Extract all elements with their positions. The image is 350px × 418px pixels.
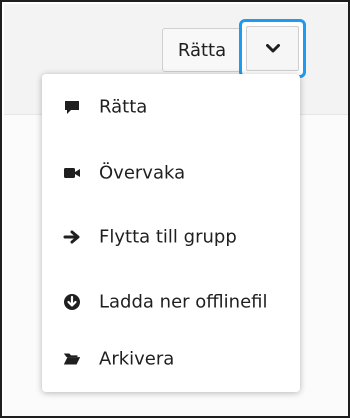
video-camera-icon: [62, 163, 82, 183]
menu-item-label: Rätta: [99, 96, 148, 118]
menu-item-label: Flytta till grupp: [99, 226, 237, 248]
menu-item-label: Arkivera: [99, 348, 175, 370]
menu-item-ratta[interactable]: Rätta: [42, 84, 300, 130]
menu-item-flytta-till-grupp[interactable]: Flytta till grupp: [42, 214, 300, 260]
download-circle-icon: [62, 292, 82, 312]
menu-item-ladda-ner-offlinefil[interactable]: Ladda ner offlinefil: [42, 279, 300, 325]
dropdown-toggle-inner: [246, 26, 299, 71]
ratta-button-label: Rätta: [177, 39, 227, 61]
menu-item-label: Ladda ner offlinefil: [99, 291, 268, 313]
arrow-right-icon: [62, 227, 82, 247]
chevron-down-icon: [265, 39, 280, 58]
actions-dropdown-menu: Rätta Övervaka Flytta till grupp Ladda n…: [42, 74, 300, 392]
folder-open-icon: [62, 349, 82, 369]
menu-item-overvaka[interactable]: Övervaka: [42, 150, 300, 196]
dropdown-toggle-button[interactable]: [239, 19, 306, 78]
screenshot-frame: Rätta Rätta Övervaka Flytta till grupp L…: [0, 0, 350, 418]
menu-item-arkivera[interactable]: Arkivera: [42, 336, 300, 382]
comment-icon: [62, 97, 82, 117]
ratta-button[interactable]: Rätta: [162, 28, 242, 72]
menu-item-label: Övervaka: [99, 162, 186, 184]
